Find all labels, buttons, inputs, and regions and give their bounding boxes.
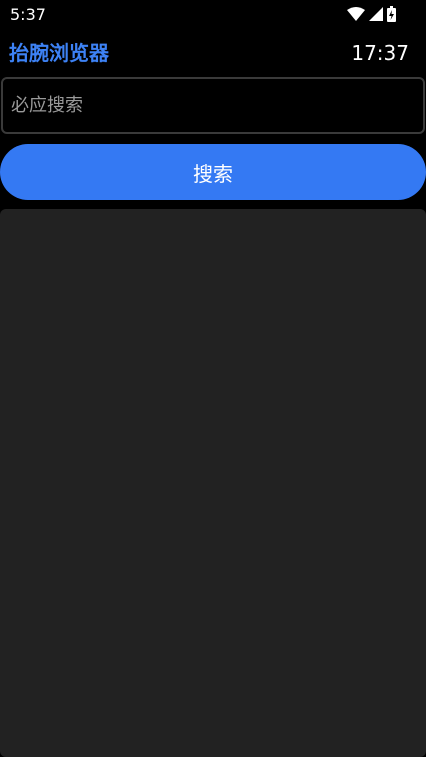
status-icons: [347, 6, 396, 22]
wifi-icon: [347, 7, 365, 21]
cell-signal-icon: [369, 7, 383, 21]
app-header: 抬腕浏览器 17:37: [0, 36, 426, 70]
status-bar: 5:37: [0, 0, 426, 30]
app-title: 抬腕浏览器: [9, 41, 109, 65]
status-time: 5:37: [10, 5, 46, 24]
search-button[interactable]: 搜索: [0, 144, 426, 200]
battery-icon: [387, 6, 396, 22]
clock: 17:37: [351, 41, 409, 65]
content-panel: [0, 209, 426, 757]
search-input[interactable]: [1, 77, 425, 134]
